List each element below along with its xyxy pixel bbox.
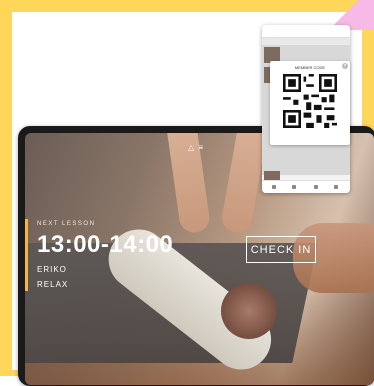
modal-title: MEMBER CODE: [294, 65, 326, 70]
member-code-modal: MEMBER CODE ×: [270, 61, 350, 145]
frame-left: [0, 0, 12, 376]
tab-member-icon[interactable]: [314, 185, 318, 189]
accent-bar: [25, 219, 28, 291]
mat-roll-end: [221, 283, 277, 339]
phone-header: [262, 25, 350, 38]
tab-home-icon[interactable]: [272, 185, 276, 189]
lesson-time: 13:00-14:00: [37, 231, 174, 258]
phone-tabbar: [262, 180, 350, 193]
qr-code-icon: [283, 74, 337, 128]
class-name: RELAX: [37, 280, 69, 289]
check-in-button[interactable]: CHECK IN: [246, 236, 316, 263]
instructor-name: ERIKO: [37, 265, 67, 274]
tab-settings-icon[interactable]: [334, 185, 338, 189]
brand-logo-icon: △ ≡: [188, 143, 205, 152]
next-lesson-label: NEXT LESSON: [37, 221, 96, 227]
tab-schedule-icon[interactable]: [292, 185, 296, 189]
close-icon[interactable]: ×: [342, 63, 348, 69]
